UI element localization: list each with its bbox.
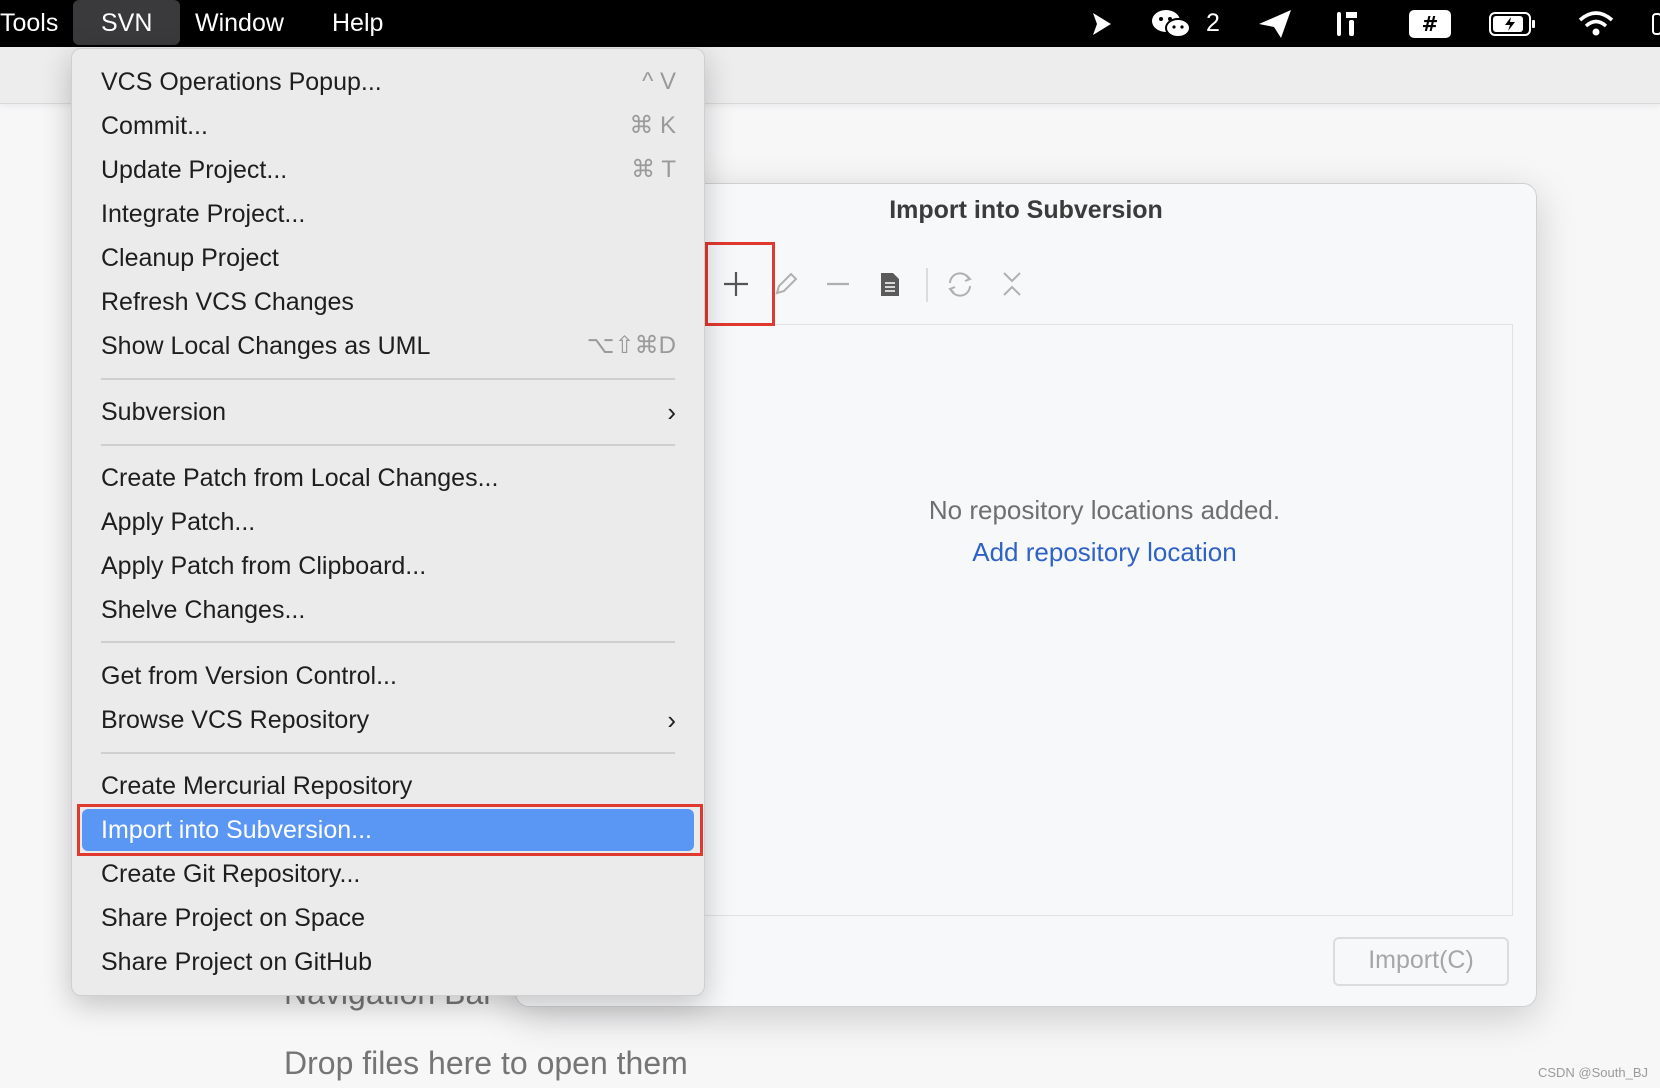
menu-item-show-local-changes-uml[interactable]: Show Local Changes as UML ⌥⇧⌘D [72, 325, 704, 367]
menu-separator [101, 752, 675, 754]
menu-separator [101, 378, 675, 380]
paper-plane-icon[interactable] [1255, 0, 1295, 47]
refresh-icon[interactable] [940, 264, 980, 304]
menu-item-shelve-changes[interactable]: Shelve Changes... [72, 589, 704, 631]
menu-item-highlight-box [77, 804, 703, 856]
menubar-window[interactable]: Window [195, 0, 284, 47]
add-button-highlight [705, 242, 775, 326]
remove-icon[interactable] [818, 264, 858, 304]
input-method-icon[interactable]: # [1407, 0, 1453, 47]
chevron-right-icon: › [667, 397, 676, 427]
menu-item-browse-vcs-repository[interactable]: Browse VCS Repository › [72, 699, 704, 741]
menu-item-cleanup-project[interactable]: Cleanup Project [72, 237, 704, 279]
menu-item-vcs-operations-popup[interactable]: VCS Operations Popup... ^ V [72, 61, 704, 103]
wechat-icon[interactable] [1148, 0, 1194, 47]
add-repository-link[interactable]: Add repository location [697, 537, 1512, 568]
tools-icon[interactable] [1330, 0, 1364, 47]
menu-separator [101, 444, 675, 446]
play-icon[interactable] [1086, 0, 1118, 47]
menu-item-create-mercurial-repository[interactable]: Create Mercurial Repository [72, 765, 704, 807]
menu-item-get-from-vcs[interactable]: Get from Version Control... [72, 655, 704, 697]
menubar-svn[interactable]: SVN [73, 0, 181, 45]
svg-text:#: # [1422, 12, 1439, 36]
repository-list: No repository locations added. Add repos… [696, 324, 1513, 916]
menubar-tools[interactable]: Tools [0, 0, 58, 47]
menu-separator [101, 641, 675, 643]
drop-files-hint: Drop files here to open them [284, 1045, 688, 1081]
menu-item-create-git-repository[interactable]: Create Git Repository... [72, 853, 704, 895]
menu-item-integrate-project[interactable]: Integrate Project... [72, 193, 704, 235]
empty-state-text: No repository locations added. [928, 495, 1281, 525]
menu-item-create-patch[interactable]: Create Patch from Local Changes... [72, 457, 704, 499]
watermark: CSDN @South_BJ [1537, 1065, 1648, 1080]
document-icon[interactable] [870, 264, 910, 304]
menubar-help[interactable]: Help [332, 0, 383, 47]
wifi-icon[interactable] [1575, 0, 1617, 47]
menu-bar: Tools SVN Window Help 2 # [0, 0, 1660, 47]
collapse-icon[interactable] [992, 264, 1032, 304]
menu-item-share-on-space[interactable]: Share Project on Space [72, 897, 704, 939]
menu-item-refresh-vcs-changes[interactable]: Refresh VCS Changes [72, 281, 704, 323]
wechat-count: 2 [1206, 9, 1220, 37]
menu-item-apply-patch[interactable]: Apply Patch... [72, 501, 704, 543]
import-button[interactable]: Import(C) [1333, 937, 1509, 986]
chevron-right-icon: › [667, 705, 676, 735]
menu-item-share-on-github[interactable]: Share Project on GitHub [72, 941, 704, 983]
menu-item-commit[interactable]: Commit... ⌘ K [72, 105, 704, 147]
menu-item-apply-patch-clipboard[interactable]: Apply Patch from Clipboard... [72, 545, 704, 587]
battery-icon[interactable] [1488, 0, 1538, 47]
control-center-icon[interactable] [1650, 0, 1660, 47]
toolbar-divider [926, 268, 928, 302]
menu-item-update-project[interactable]: Update Project... ⌘ T [72, 149, 704, 191]
menu-item-subversion[interactable]: Subversion › [72, 391, 704, 433]
